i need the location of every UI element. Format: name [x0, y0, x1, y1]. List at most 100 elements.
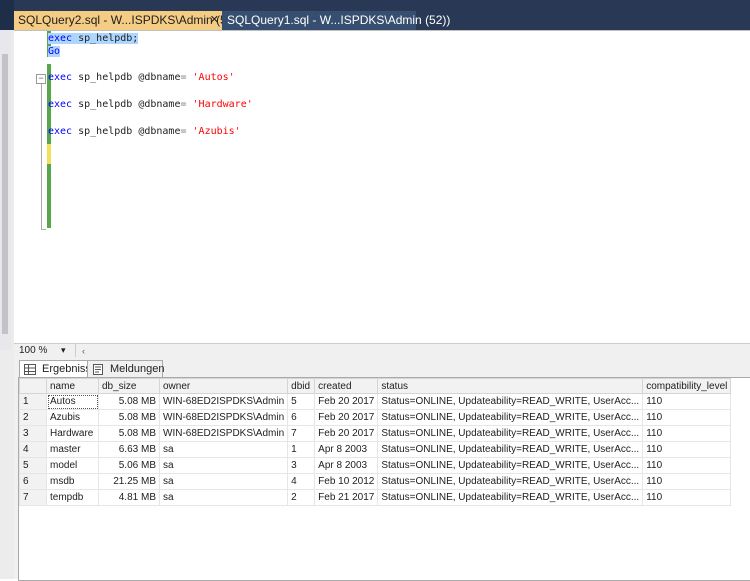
table-cell[interactable]: 5.08 MB: [98, 409, 160, 426]
code-variable: @dbname: [132, 72, 181, 83]
code-procname: sp_helpdb: [72, 126, 133, 137]
table-cell[interactable]: 2: [287, 489, 316, 506]
table-row[interactable]: 3 Hardware 5.08 MB WIN-68ED2ISPDKS\Admin 7 Fe…: [19, 425, 732, 442]
table-cell[interactable]: Status=ONLINE, Updateability=READ_WRITE,…: [377, 489, 644, 506]
table-cell[interactable]: Feb 10 2012: [314, 473, 379, 490]
table-cell[interactable]: Status=ONLINE, Updateability=READ_WRITE,…: [377, 473, 644, 490]
tab-sqlquery2[interactable]: SQLQuery2.sql - W...ISPDKS\Admin (53))* …: [14, 11, 246, 30]
fold-guide: [41, 84, 42, 229]
table-row[interactable]: 1 Autos 5.08 MB WIN-68ED2ISPDKS\Admin 5 Feb 2…: [19, 393, 732, 410]
code-variable: @dbname: [132, 126, 181, 137]
code-variable: @dbname: [132, 99, 181, 110]
table-cell[interactable]: Feb 20 2017: [314, 425, 379, 442]
table-cell[interactable]: Status=ONLINE, Updateability=READ_WRITE,…: [377, 441, 644, 458]
table-row[interactable]: 2 Azubis 5.08 MB WIN-68ED2ISPDKS\Admin 6 Feb …: [19, 409, 732, 426]
row-number-cell[interactable]: 7: [19, 489, 47, 506]
table-cell[interactable]: Status=ONLINE, Updateability=READ_WRITE,…: [377, 393, 644, 410]
code-keyword: exec: [48, 126, 73, 137]
scrollbar-thumb[interactable]: [2, 54, 8, 334]
table-cell[interactable]: 1: [287, 441, 316, 458]
table-cell[interactable]: 6: [287, 409, 316, 426]
fold-guide-end: [41, 229, 46, 230]
table-cell[interactable]: 110: [642, 409, 732, 426]
table-cell[interactable]: 21.25 MB: [98, 473, 160, 490]
table-cell[interactable]: WIN-68ED2ISPDKS\Admin: [158, 425, 289, 442]
table-cell[interactable]: 110: [642, 489, 732, 506]
table-cell[interactable]: 6.63 MB: [98, 441, 160, 458]
row-number-cell[interactable]: 5: [19, 457, 47, 474]
zoom-value: 100 %: [19, 345, 48, 356]
header-row: name db_size owner dbid created status c…: [19, 378, 732, 394]
table-cell[interactable]: 5.08 MB: [98, 425, 160, 442]
chevron-down-icon[interactable]: ▾: [61, 344, 66, 357]
table-cell[interactable]: 7: [287, 425, 316, 442]
table-cell[interactable]: WIN-68ED2ISPDKS\Admin: [158, 409, 289, 426]
query-editor[interactable]: − exec sp_helpdb; Go exec sp_helpdb @dbn…: [14, 30, 750, 344]
column-header[interactable]: db_size: [98, 378, 160, 394]
code-line-1: exec sp_helpdb;: [48, 32, 139, 45]
row-number-cell[interactable]: 2: [19, 409, 47, 426]
table-row[interactable]: 7 tempdb 4.81 MB sa 2 Feb 21 2017 Status=ONLIN…: [19, 489, 732, 506]
table-cell[interactable]: 4: [287, 473, 316, 490]
table-cell[interactable]: Feb 20 2017: [314, 393, 379, 410]
table-cell[interactable]: Apr 8 2003: [314, 457, 379, 474]
scroll-left-icon[interactable]: ‹: [82, 347, 90, 356]
column-header[interactable]: dbid: [287, 378, 316, 394]
code-keyword: exec: [48, 33, 73, 44]
table-cell[interactable]: 110: [642, 457, 732, 474]
table-cell[interactable]: 3: [287, 457, 316, 474]
row-number-cell[interactable]: 4: [19, 441, 47, 458]
table-cell[interactable]: 4.81 MB: [98, 489, 160, 506]
row-number-cell[interactable]: 1: [19, 393, 47, 410]
code-line-4: exec sp_helpdb @dbname= 'Autos': [48, 71, 235, 84]
table-cell[interactable]: Apr 8 2003: [314, 441, 379, 458]
table-cell[interactable]: 110: [642, 425, 732, 442]
table-cell[interactable]: Hardware: [46, 425, 99, 442]
table-cell[interactable]: sa: [158, 473, 289, 490]
table-cell[interactable]: Azubis: [46, 409, 99, 426]
zoom-select[interactable]: 100 % ▾: [17, 344, 76, 357]
column-header[interactable]: status: [377, 378, 644, 394]
column-header[interactable]: created: [314, 378, 379, 394]
table-cell[interactable]: 5.08 MB: [98, 393, 160, 410]
code-string: 'Azubis': [186, 126, 241, 137]
table-cell[interactable]: 110: [642, 473, 732, 490]
table-cell[interactable]: Status=ONLINE, Updateability=READ_WRITE,…: [377, 425, 644, 442]
results-grid[interactable]: name db_size owner dbid created status c…: [18, 377, 750, 581]
close-tab-icon[interactable]: ✕: [210, 11, 219, 30]
tab-ergebnisse[interactable]: Ergebnisse: [19, 360, 97, 378]
table-cell[interactable]: sa: [158, 441, 289, 458]
table-cell[interactable]: sa: [158, 457, 289, 474]
column-header[interactable]: name: [46, 378, 99, 394]
row-number-cell[interactable]: 3: [19, 425, 47, 442]
table-cell[interactable]: Status=ONLINE, Updateability=READ_WRITE,…: [377, 457, 644, 474]
change-marker-unsaved: [47, 144, 51, 164]
collapse-icon[interactable]: −: [36, 74, 46, 84]
table-cell[interactable]: Autos: [46, 393, 99, 410]
table-row[interactable]: 5 model 5.06 MB sa 3 Apr 8 2003 Status=ONLINE,…: [19, 457, 732, 474]
row-number-cell[interactable]: 6: [19, 473, 47, 490]
column-header[interactable]: owner: [158, 378, 289, 394]
table-row[interactable]: 4 master 6.63 MB sa 1 Apr 8 2003 Status=ONLINE…: [19, 441, 732, 458]
code-string: 'Hardware': [186, 99, 253, 110]
column-header[interactable]: compatibility_level: [642, 378, 732, 394]
table-cell[interactable]: model: [46, 457, 99, 474]
table-cell[interactable]: Feb 20 2017: [314, 409, 379, 426]
table-cell[interactable]: 110: [642, 393, 732, 410]
tab-sqlquery1[interactable]: SQLQuery1.sql - W...ISPDKS\Admin (52)): [222, 11, 450, 30]
table-cell[interactable]: 110: [642, 441, 732, 458]
table-cell[interactable]: Feb 21 2017: [314, 489, 379, 506]
results-pane: Ergebnisse Meldungen name db_size owner …: [14, 357, 750, 581]
table-cell[interactable]: WIN-68ED2ISPDKS\Admin: [158, 393, 289, 410]
table-row[interactable]: 6 msdb 21.25 MB sa 4 Feb 10 2012 Status=ONLINE…: [19, 473, 732, 490]
table-cell[interactable]: 5.06 MB: [98, 457, 160, 474]
table-cell[interactable]: sa: [158, 489, 289, 506]
editor-vertical-scrollbar[interactable]: [0, 30, 11, 350]
tab-strip-edge: [0, 0, 14, 30]
table-cell[interactable]: msdb: [46, 473, 99, 490]
table-cell[interactable]: master: [46, 441, 99, 458]
table-cell[interactable]: 5: [287, 393, 316, 410]
table-cell[interactable]: Status=ONLINE, Updateability=READ_WRITE,…: [377, 409, 644, 426]
row-number-header: [19, 378, 47, 394]
table-cell[interactable]: tempdb: [46, 489, 99, 506]
